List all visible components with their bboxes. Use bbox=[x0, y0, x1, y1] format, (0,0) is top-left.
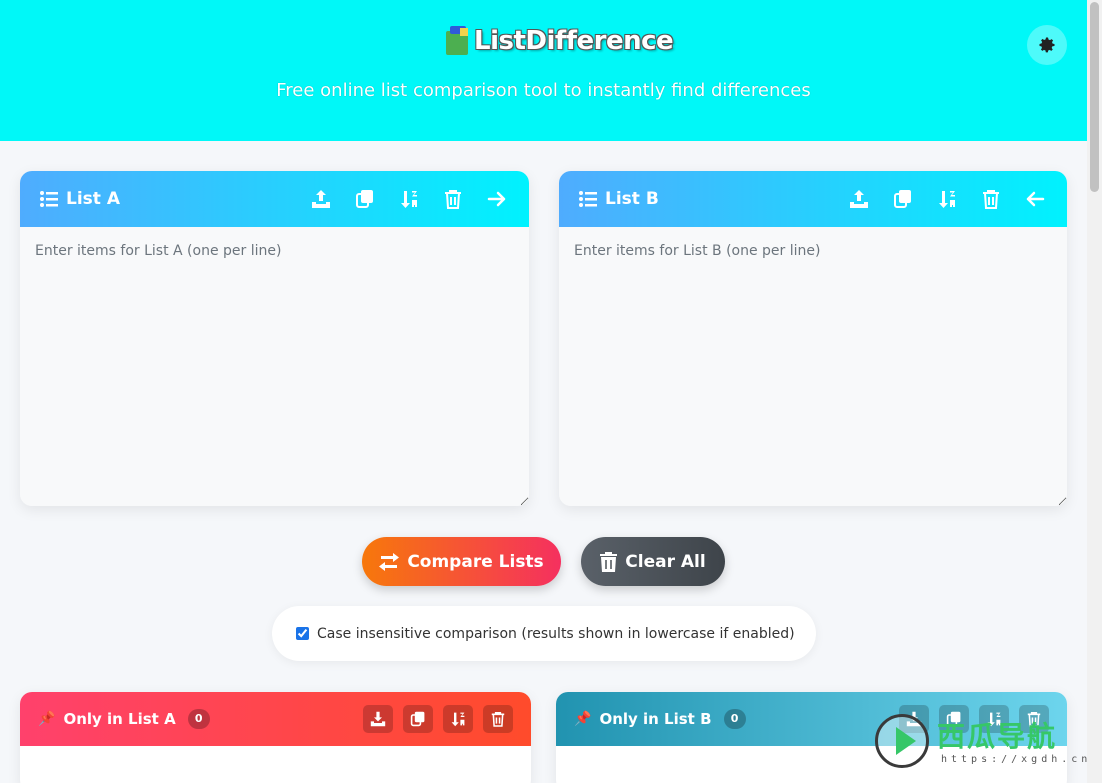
logo[interactable]: ListDifference bbox=[446, 26, 674, 56]
only-in-a-copy-button[interactable] bbox=[403, 705, 433, 733]
list-b-copy-button[interactable] bbox=[891, 187, 915, 211]
list-a-input[interactable] bbox=[20, 227, 529, 506]
theme-toggle-button[interactable] bbox=[1027, 25, 1067, 65]
compare-button[interactable]: Compare Lists bbox=[362, 537, 561, 586]
gear-icon bbox=[1039, 37, 1055, 53]
list-a-clear-button[interactable] bbox=[441, 187, 465, 211]
watermark-url: https://xgdh.cn bbox=[941, 754, 1092, 765]
list-b-panel: List B bbox=[559, 171, 1067, 506]
list-icon bbox=[40, 191, 58, 207]
only-in-a-count-badge: 0 bbox=[187, 709, 210, 729]
copy-icon bbox=[356, 190, 373, 208]
sort-icon bbox=[451, 712, 465, 727]
list-b-clear-button[interactable] bbox=[979, 187, 1003, 211]
watermark-logo-icon bbox=[875, 714, 929, 768]
list-icon bbox=[579, 191, 597, 207]
pin-icon: 📌 bbox=[574, 711, 592, 727]
list-a-sort-button[interactable] bbox=[397, 187, 421, 211]
list-b-header: List B bbox=[559, 171, 1067, 227]
list-a-header: List A bbox=[20, 171, 529, 227]
list-b-upload-button[interactable] bbox=[847, 187, 871, 211]
trash-icon bbox=[491, 712, 505, 727]
list-b-move-left-button[interactable] bbox=[1023, 187, 1047, 211]
trash-icon bbox=[600, 551, 618, 572]
only-in-b-title-text: Only in List B bbox=[599, 710, 712, 728]
logo-text: ListDifference bbox=[474, 26, 674, 56]
header: ListDifference Free online list comparis… bbox=[0, 0, 1087, 141]
only-in-a-header: 📌 Only in List A 0 bbox=[20, 692, 531, 746]
watermark: 西瓜导航 https://xgdh.cn bbox=[873, 712, 1088, 774]
clear-all-button-label: Clear All bbox=[625, 551, 706, 572]
watermark-text: 西瓜导航 bbox=[937, 720, 1058, 753]
upload-icon bbox=[312, 190, 330, 208]
only-in-a-clear-button[interactable] bbox=[483, 705, 513, 733]
case-insensitive-label: Case insensitive comparison (results sho… bbox=[317, 625, 795, 642]
clear-all-button[interactable]: Clear All bbox=[581, 537, 725, 586]
page-subtitle: Free online list comparison tool to inst… bbox=[276, 80, 811, 101]
case-insensitive-checkbox[interactable] bbox=[296, 627, 309, 640]
swap-icon bbox=[379, 552, 400, 571]
sort-icon bbox=[939, 191, 955, 208]
copy-icon bbox=[894, 190, 911, 208]
only-in-b-count-badge: 0 bbox=[723, 709, 746, 729]
arrow-right-icon bbox=[487, 191, 506, 207]
scrollbar-thumb[interactable] bbox=[1090, 2, 1099, 192]
only-in-a-panel: 📌 Only in List A 0 bbox=[20, 692, 531, 783]
case-insensitive-option[interactable]: Case insensitive comparison (results sho… bbox=[272, 606, 816, 661]
list-a-copy-button[interactable] bbox=[353, 187, 377, 211]
upload-icon bbox=[850, 190, 868, 208]
compare-button-label: Compare Lists bbox=[407, 551, 544, 572]
page-scrollbar[interactable] bbox=[1087, 0, 1102, 783]
only-in-a-title-text: Only in List A bbox=[63, 710, 176, 728]
list-b-title: List B bbox=[579, 189, 847, 209]
list-a-upload-button[interactable] bbox=[309, 187, 333, 211]
trash-icon bbox=[445, 190, 461, 209]
list-a-move-right-button[interactable] bbox=[485, 187, 509, 211]
logo-icon bbox=[446, 26, 470, 56]
pin-icon: 📌 bbox=[38, 711, 56, 727]
list-a-title-text: List A bbox=[66, 189, 120, 209]
download-icon bbox=[370, 711, 386, 727]
trash-icon bbox=[983, 190, 999, 209]
list-a-panel: List A bbox=[20, 171, 529, 506]
only-in-a-download-button[interactable] bbox=[363, 705, 393, 733]
list-b-sort-button[interactable] bbox=[935, 187, 959, 211]
only-in-a-sort-button[interactable] bbox=[443, 705, 473, 733]
list-a-title: List A bbox=[40, 189, 309, 209]
list-b-input[interactable] bbox=[559, 227, 1067, 506]
only-in-a-title: 📌 Only in List A 0 bbox=[38, 709, 363, 729]
sort-icon bbox=[401, 191, 417, 208]
copy-icon bbox=[410, 711, 425, 727]
only-in-b-title: 📌 Only in List B 0 bbox=[574, 709, 899, 729]
arrow-left-icon bbox=[1026, 191, 1045, 207]
list-b-title-text: List B bbox=[605, 189, 659, 209]
